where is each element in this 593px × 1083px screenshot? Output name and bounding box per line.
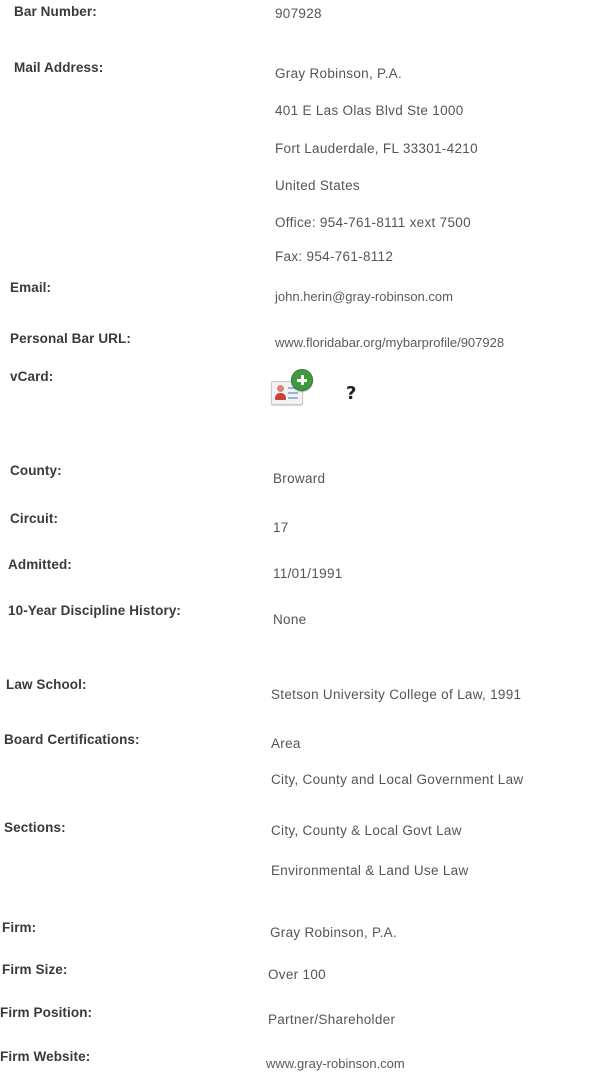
discipline-history-label: 10-Year Discipline History: (8, 603, 182, 618)
mail-address-line: United States (275, 178, 360, 193)
discipline-history-value: None (273, 612, 307, 627)
mail-address-label: Mail Address: (14, 60, 104, 75)
mail-address-line: 401 E Las Olas Blvd Ste 1000 (275, 103, 464, 118)
email-label: Email: (10, 280, 52, 295)
circuit-label: Circuit: (10, 511, 59, 526)
firm-size-label: Firm Size: (2, 962, 68, 977)
header-fragment (262, 0, 340, 4)
section-value: City, County & Local Govt Law (271, 823, 462, 838)
vcard-widget: ? (271, 369, 356, 407)
firm-position-label: Firm Position: (0, 1005, 93, 1020)
firm-value: Gray Robinson, P.A. (270, 925, 398, 940)
firm-position-value: Partner/Shareholder (268, 1012, 396, 1027)
bar-number-value: 907928 (275, 6, 322, 21)
board-certifications-label: Board Certifications: (4, 732, 140, 747)
admitted-value: 11/01/1991 (273, 566, 343, 581)
law-school-value: Stetson University College of Law, 1991 (271, 687, 522, 702)
mail-address-line: Office: 954-761-8111 xext 7500 (275, 215, 471, 230)
board-certifications-area-header: Area (271, 736, 301, 751)
help-icon[interactable]: ? (346, 383, 356, 404)
mail-address-line: Fort Lauderdale, FL 33301-4210 (275, 141, 478, 156)
vcard-label: vCard: (10, 369, 54, 384)
firm-size-value: Over 100 (268, 967, 326, 982)
firm-label: Firm: (2, 920, 37, 935)
bar-number-label: Bar Number: (14, 4, 97, 19)
personal-bar-url-label: Personal Bar URL: (10, 331, 131, 346)
county-label: County: (10, 463, 62, 478)
circuit-value: 17 (273, 520, 289, 535)
mail-address-line: Fax: 954-761-8112 (275, 249, 394, 264)
plus-icon[interactable] (291, 369, 313, 391)
admitted-label: Admitted: (8, 557, 72, 572)
county-value: Broward (273, 471, 326, 486)
email-link[interactable]: john.herin@gray-robinson.com (275, 289, 453, 304)
firm-website-label: Firm Website: (0, 1049, 91, 1064)
personal-bar-url-link[interactable]: www.floridabar.org/mybarprofile/907928 (275, 335, 504, 350)
mail-address-line: Gray Robinson, P.A. (275, 66, 403, 81)
sections-label: Sections: (4, 820, 66, 835)
law-school-label: Law School: (6, 677, 87, 692)
firm-website-link[interactable]: www.gray-robinson.com (266, 1056, 405, 1071)
section-value: Environmental & Land Use Law (271, 863, 469, 878)
board-certification-area: City, County and Local Government Law (271, 772, 524, 787)
